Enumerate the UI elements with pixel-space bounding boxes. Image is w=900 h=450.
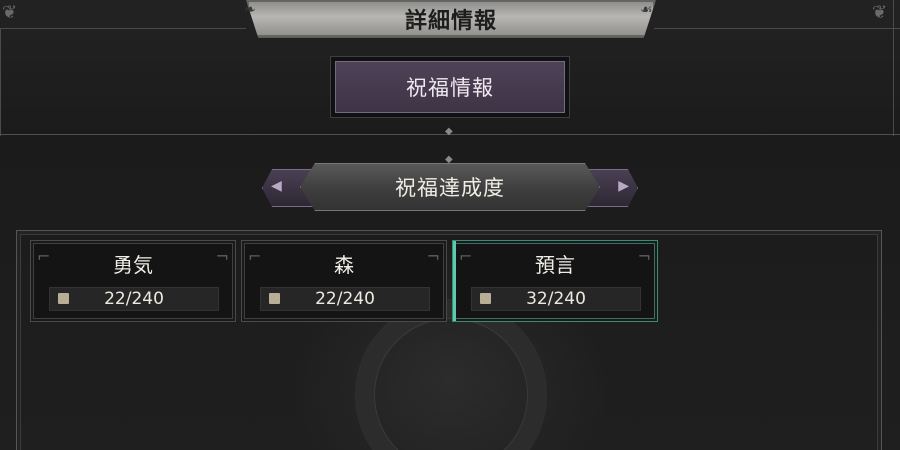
blessing-completion-banner: ◀ ▶ 祝福達成度: [262, 163, 638, 211]
left-frame-line: [0, 28, 1, 136]
title-ornament-right-icon: ☙: [640, 2, 653, 18]
window-title: 詳細情報: [404, 9, 497, 34]
blessing-progress-bar: 32/240: [471, 287, 641, 311]
blessing-card-prophecy[interactable]: ⌐ ¬ 預言 32/240: [452, 240, 658, 322]
blessing-progress-text: 22/240: [104, 289, 164, 309]
banner-arrow-right-icon: ▶: [618, 178, 629, 194]
blessing-card-name: 森: [334, 253, 354, 277]
top-frame-line: [0, 28, 246, 29]
corner-ornament-icon: ❦: [872, 2, 888, 23]
title-plate: 詳細情報: [246, 0, 656, 38]
blessing-card-name: 預言: [535, 253, 575, 277]
title-ornament-left-icon: ❧: [244, 2, 256, 18]
blessing-card-name: 勇気: [113, 253, 153, 277]
right-frame-line: [893, 0, 894, 136]
blessing-progress-bar: 22/240: [260, 287, 430, 311]
banner-arrow-left-icon: ◀: [271, 178, 282, 194]
blessing-info-tab-label: 祝福情報: [335, 61, 565, 113]
corner-ornament-icon: ❦: [2, 2, 18, 23]
blessing-completion-title: 祝福達成度: [300, 163, 600, 211]
blessing-card-forest[interactable]: ⌐ ¬ 森 22/240: [241, 240, 447, 322]
blessing-info-tab[interactable]: 祝福情報: [330, 56, 570, 118]
blessing-progress-text: 32/240: [526, 289, 586, 309]
divider-diamond-icon: ◆: [445, 126, 453, 137]
blessing-progress-bar: 22/240: [49, 287, 219, 311]
blessing-card-courage[interactable]: ⌐ ¬ 勇気 22/240: [30, 240, 236, 322]
blessing-details-screen: ❦ ❦ 詳細情報 ❧ ☙ 祝福情報 ◆ ◆ ◀ ▶ 祝福達成度 ⌐ ¬ 勇気 2…: [0, 0, 900, 450]
blessing-progress-text: 22/240: [315, 289, 375, 309]
top-frame-line-right: [654, 28, 900, 29]
